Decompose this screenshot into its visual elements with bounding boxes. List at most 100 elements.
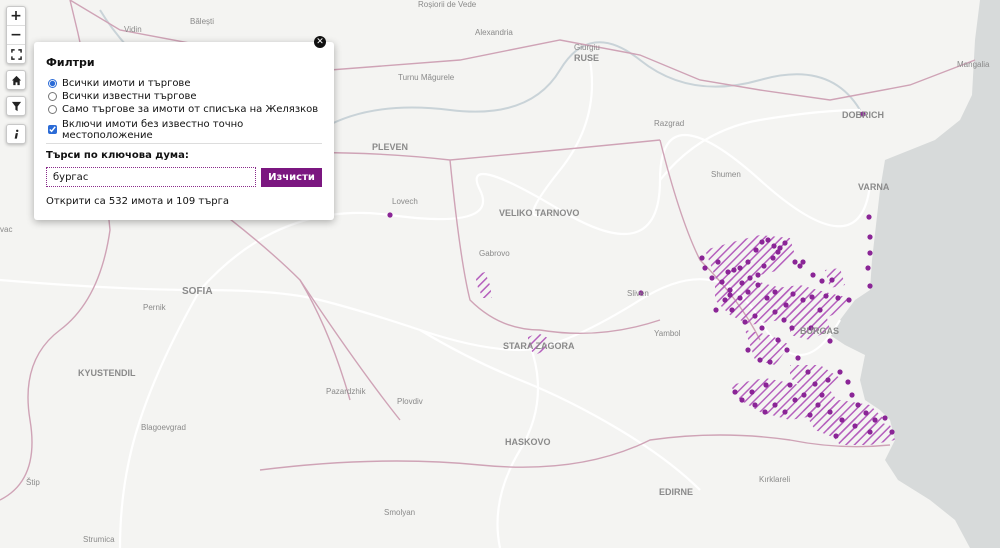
property-marker[interactable] — [739, 397, 745, 403]
property-marker[interactable] — [819, 278, 825, 284]
property-marker[interactable] — [745, 347, 751, 353]
filter-option-all[interactable]: Всички имоти и търгове — [46, 77, 322, 90]
info-button[interactable] — [7, 125, 25, 143]
property-marker[interactable] — [752, 402, 758, 408]
property-marker[interactable] — [833, 433, 839, 439]
property-marker[interactable] — [737, 295, 743, 301]
property-marker[interactable] — [775, 337, 781, 343]
property-marker[interactable] — [823, 293, 829, 299]
filter-radio-auctions[interactable] — [48, 92, 57, 101]
property-marker[interactable] — [747, 275, 753, 281]
property-marker[interactable] — [782, 409, 788, 415]
property-marker[interactable] — [722, 297, 728, 303]
property-marker[interactable] — [889, 429, 895, 435]
property-marker[interactable] — [729, 307, 735, 313]
property-marker[interactable] — [739, 280, 745, 286]
property-marker[interactable] — [771, 243, 777, 249]
property-marker[interactable] — [789, 325, 795, 331]
include-unknown-checkbox[interactable] — [48, 125, 57, 134]
property-marker[interactable] — [713, 307, 719, 313]
filter-radio-list[interactable] — [48, 105, 57, 114]
property-marker[interactable] — [792, 397, 798, 403]
property-marker[interactable] — [866, 214, 872, 220]
property-marker[interactable] — [737, 265, 743, 271]
property-marker[interactable] — [837, 369, 843, 375]
filter-option-auctions[interactable]: Всички известни търгове — [46, 90, 322, 103]
property-marker[interactable] — [825, 377, 831, 383]
search-input[interactable] — [46, 167, 256, 187]
property-marker[interactable] — [867, 429, 873, 435]
property-marker[interactable] — [745, 289, 751, 295]
close-button[interactable]: ✕ — [314, 36, 326, 48]
property-marker[interactable] — [790, 291, 796, 297]
property-marker[interactable] — [755, 272, 761, 278]
filter-button[interactable] — [7, 97, 25, 115]
property-marker[interactable] — [812, 381, 818, 387]
property-marker[interactable] — [849, 392, 855, 398]
property-marker[interactable] — [872, 417, 878, 423]
property-marker[interactable] — [819, 392, 825, 398]
property-marker[interactable] — [753, 247, 759, 253]
property-marker[interactable] — [715, 259, 721, 265]
property-marker[interactable] — [772, 309, 778, 315]
property-marker[interactable] — [846, 297, 852, 303]
property-marker[interactable] — [863, 410, 869, 416]
filter-radio-all[interactable] — [48, 79, 57, 88]
property-marker[interactable] — [781, 317, 787, 323]
property-marker[interactable] — [867, 250, 873, 256]
property-marker[interactable] — [777, 245, 783, 251]
property-marker[interactable] — [387, 212, 393, 218]
property-marker[interactable] — [865, 265, 871, 271]
property-marker[interactable] — [835, 295, 841, 301]
property-marker[interactable] — [827, 338, 833, 344]
property-marker[interactable] — [772, 289, 778, 295]
property-marker[interactable] — [731, 267, 737, 273]
property-marker[interactable] — [745, 259, 751, 265]
property-marker[interactable] — [807, 412, 813, 418]
property-marker[interactable] — [810, 272, 816, 278]
property-marker[interactable] — [759, 239, 765, 245]
property-marker[interactable] — [817, 307, 823, 313]
property-marker[interactable] — [759, 325, 765, 331]
property-marker[interactable] — [852, 423, 858, 429]
property-marker[interactable] — [829, 277, 835, 283]
property-marker[interactable] — [761, 263, 767, 269]
property-marker[interactable] — [792, 259, 798, 265]
fullscreen-button[interactable] — [7, 44, 25, 63]
property-marker[interactable] — [732, 389, 738, 395]
property-marker[interactable] — [867, 234, 873, 240]
property-marker[interactable] — [805, 369, 811, 375]
zoom-out-button[interactable]: − — [7, 25, 25, 44]
property-marker[interactable] — [867, 283, 873, 289]
property-marker[interactable] — [782, 240, 788, 246]
property-marker[interactable] — [699, 255, 705, 261]
property-marker[interactable] — [709, 275, 715, 281]
property-marker[interactable] — [719, 279, 725, 285]
property-marker[interactable] — [757, 357, 763, 363]
zoom-in-button[interactable]: + — [7, 7, 25, 25]
property-marker[interactable] — [770, 255, 776, 261]
property-marker[interactable] — [827, 409, 833, 415]
property-marker[interactable] — [749, 389, 755, 395]
property-marker[interactable] — [742, 319, 748, 325]
property-marker[interactable] — [795, 355, 801, 361]
property-marker[interactable] — [764, 295, 770, 301]
property-marker[interactable] — [882, 415, 888, 421]
property-marker[interactable] — [787, 382, 793, 388]
property-marker[interactable] — [809, 294, 815, 300]
property-marker[interactable] — [772, 402, 778, 408]
clear-button[interactable]: Изчисти — [261, 167, 322, 187]
property-marker[interactable] — [784, 347, 790, 353]
property-marker[interactable] — [752, 313, 758, 319]
property-marker[interactable] — [815, 402, 821, 408]
property-marker[interactable] — [845, 379, 851, 385]
property-marker[interactable] — [702, 265, 708, 271]
home-button[interactable] — [7, 71, 25, 89]
property-marker[interactable] — [801, 392, 807, 398]
property-marker[interactable] — [839, 417, 845, 423]
property-marker[interactable] — [725, 269, 731, 275]
property-marker[interactable] — [763, 382, 769, 388]
property-marker[interactable] — [855, 402, 861, 408]
property-marker[interactable] — [797, 263, 803, 269]
property-marker[interactable] — [762, 409, 768, 415]
